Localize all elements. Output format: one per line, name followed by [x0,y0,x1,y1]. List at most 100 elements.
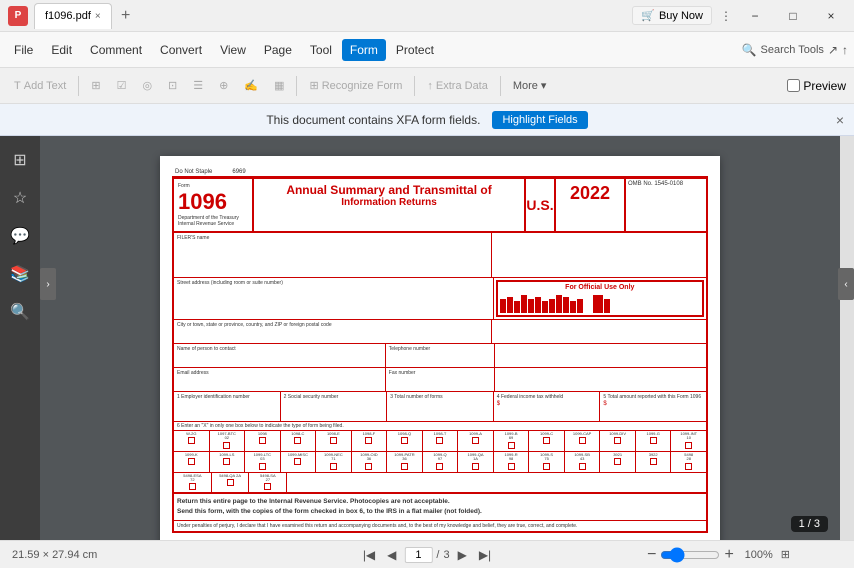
box3-cell[interactable]: 3 Total number of forms [387,392,494,421]
form-number-area: Form 1096 Department of the Treasury Int… [174,179,254,231]
cb-1099c-box[interactable] [543,437,550,444]
cb-1097btc-box[interactable] [223,442,230,449]
cb-1099ltc-box[interactable] [259,463,266,470]
cb-1099a-box[interactable] [472,437,479,444]
menu-convert[interactable]: Convert [152,39,210,61]
sidebar-pages-icon[interactable]: ⊞ [4,144,36,176]
cb-3922-box[interactable] [650,458,657,465]
cb-1098-box[interactable] [259,437,266,444]
recognize-form-button[interactable]: ⊞ Recognize Form [303,76,408,95]
box1-cell[interactable]: 1 Employer identification number [174,392,281,421]
first-page-button[interactable]: |◀ [359,546,379,564]
menu-protect[interactable]: Protect [388,39,442,61]
extra-data-button[interactable]: ↑ Extra Data [421,77,493,95]
right-scrollbar[interactable] [840,136,854,568]
menu-form[interactable]: Form [342,39,386,61]
cb-1099g-box[interactable] [650,437,657,444]
menu-edit[interactable]: Edit [43,39,80,61]
menu-view[interactable]: View [212,39,254,61]
cb-1099qa-box[interactable] [472,463,479,470]
cb-5498esa-box[interactable] [189,483,196,490]
last-page-button[interactable]: ▶| [475,546,495,564]
notification-close-icon[interactable]: × [836,112,844,128]
toolbar-sign-btn[interactable]: ✍ [238,76,264,95]
email-cell[interactable]: Email address [174,368,386,391]
cb-5498-box[interactable] [685,463,692,470]
cb-1099s-box[interactable] [543,463,550,470]
city-cell[interactable]: City or town, state or province, country… [174,320,492,343]
menu-comment[interactable]: Comment [82,39,150,61]
prev-page-button[interactable]: ◀ [383,546,400,564]
menu-tool[interactable]: Tool [302,39,340,61]
street-cell[interactable]: Street address (including room or suite … [174,278,494,319]
maximize-button[interactable]: □ [778,6,808,26]
preview-toggle[interactable]: Preview [787,79,846,93]
add-text-button[interactable]: T Add Text [8,77,72,95]
cb-1099ls-box[interactable] [223,458,230,465]
title-more-icon[interactable]: ⋮ [720,9,732,23]
cb-1098q-box[interactable] [401,437,408,444]
next-page-button[interactable]: ▶ [454,546,471,564]
page-number-input[interactable] [404,547,432,563]
cb-w2g-box[interactable] [188,437,195,444]
cb-1099cap-box[interactable] [579,437,586,444]
zoom-in-button[interactable]: + [724,546,733,564]
cb-1098t-box[interactable] [436,437,443,444]
filer-name-cell[interactable]: FILER'S name [174,233,492,277]
cb-1099div-box[interactable] [614,437,621,444]
cb-5498qa-box[interactable] [227,479,234,486]
tab-close-icon[interactable]: × [95,11,101,22]
cb-1099b-box[interactable] [508,442,515,449]
fax-cell[interactable]: Fax number [386,368,495,391]
barcode-bar-7 [542,301,548,313]
sidebar-bookmarks-icon[interactable]: ☆ [4,182,36,214]
cb-1099sb-box[interactable] [579,463,586,470]
cb-5498sa-box[interactable] [264,483,271,490]
zoom-fit-button[interactable]: ⊞ [777,546,794,563]
cb-1099misc-box[interactable] [294,458,301,465]
menu-page[interactable]: Page [256,39,300,61]
toolbar-select-btn[interactable]: ⊞ [85,76,106,95]
cb-1098e-box[interactable] [330,437,337,444]
zoom-out-button[interactable]: − [647,546,656,564]
sidebar-search-icon[interactable]: 🔍 [4,296,36,328]
collapse-right-button[interactable]: ‹ [838,268,854,300]
collapse-left-button[interactable]: › [40,268,56,300]
cb-3921-box[interactable] [614,458,621,465]
box2-cell[interactable]: 2 Social security number [281,392,388,421]
contact-cell[interactable]: Name of person to contact [174,344,386,367]
cb-1099k-box[interactable] [188,458,195,465]
back-icon[interactable]: ↑ [842,43,848,57]
box5-cell[interactable]: 5 Total amount reported with this Form 1… [600,392,706,421]
sidebar-comments-icon[interactable]: 💬 [4,220,36,252]
cb-1098f-box[interactable] [365,437,372,444]
buy-now-button[interactable]: 🛒 Buy Now [632,6,712,25]
minimize-button[interactable]: − [740,6,770,26]
toolbar-radio-btn[interactable]: ◎ [136,76,158,95]
cb-1098c-box[interactable] [294,437,301,444]
form-title-area: Annual Summary and Transmittal of Inform… [254,179,526,231]
new-tab-button[interactable]: + [114,4,138,28]
search-tools-label[interactable]: Search Tools [761,44,824,56]
zoom-slider[interactable] [660,547,720,563]
toolbar-check-btn[interactable]: ☑ [111,76,133,95]
menu-file[interactable]: File [6,39,41,61]
cb-1099r-box[interactable] [508,463,515,470]
pdf-tab[interactable]: f1096.pdf × [34,3,112,29]
highlight-fields-button[interactable]: Highlight Fields [492,111,587,129]
cb-1099q-box[interactable] [436,463,443,470]
toolbar-combo-btn[interactable]: ⊡ [162,76,183,95]
telephone-cell[interactable]: Telephone number [386,344,495,367]
cb-1099nec-box[interactable] [330,463,337,470]
toolbar-list-btn[interactable]: ☰ [187,76,209,95]
sidebar-layers-icon[interactable]: 📚 [4,258,36,290]
box4-cell[interactable]: 4 Federal income tax withheld $ [494,392,601,421]
toolbar-btn-icon[interactable]: ⊕ [213,76,234,95]
cb-1099oid-box[interactable] [365,463,372,470]
preview-checkbox[interactable] [787,79,800,92]
toolbar-barcode-btn[interactable]: ▦ [268,76,290,95]
close-button[interactable]: × [816,6,846,26]
cb-1099int-box[interactable] [685,442,692,449]
cb-1099patr-box[interactable] [401,463,408,470]
more-button[interactable]: More ▾ [507,76,553,95]
